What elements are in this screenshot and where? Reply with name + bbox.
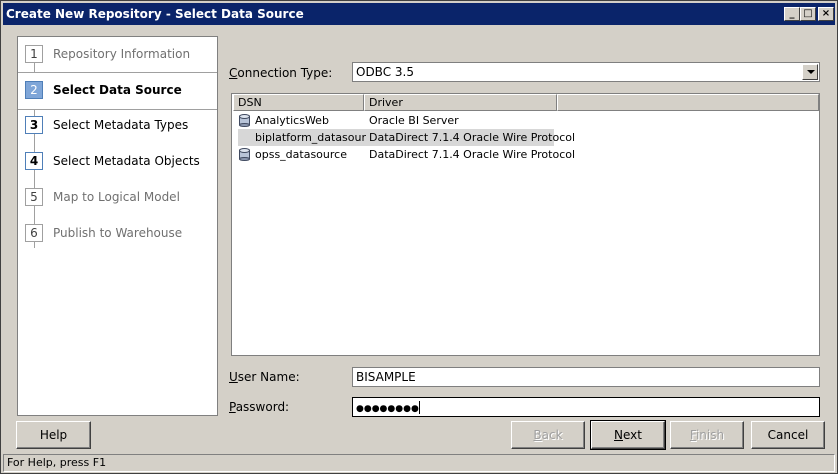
- step-label: Select Metadata Types: [53, 118, 189, 132]
- step-number: 4: [25, 152, 43, 170]
- dsn-row[interactable]: opss_datasource DataDirect 7.1.4 Oracle …: [233, 146, 819, 163]
- dsn-name: AnalyticsWeb: [255, 114, 329, 127]
- step-number: 3: [25, 116, 43, 134]
- minimize-button[interactable]: _: [784, 7, 800, 21]
- step-number: 5: [25, 188, 43, 206]
- status-bar: For Help, press F1: [3, 454, 835, 472]
- step-select-metadata-objects[interactable]: 4 Select Metadata Objects: [18, 144, 217, 180]
- step-number: 6: [25, 224, 43, 242]
- cancel-button[interactable]: Cancel: [751, 421, 825, 449]
- step-label: Repository Information: [53, 47, 191, 61]
- user-name-label: User Name:: [229, 370, 300, 384]
- dsn-row-selected[interactable]: biplatform_datasource DataDirect 7.1.4 O…: [233, 129, 819, 146]
- window-title: Create New Repository - Select Data Sour…: [6, 7, 304, 21]
- dsn-row[interactable]: AnalyticsWeb Oracle BI Server: [233, 112, 819, 129]
- step-select-data-source[interactable]: 2 Select Data Source: [18, 72, 217, 110]
- step-label: Map to Logical Model: [53, 190, 180, 204]
- dsn-list[interactable]: DSN Driver AnalyticsWeb Oracle BI Server…: [231, 93, 820, 356]
- dsn-name: opss_datasource: [255, 148, 347, 161]
- dsn-name: biplatform_datasource: [238, 129, 379, 146]
- column-header-empty[interactable]: [557, 94, 819, 111]
- close-button[interactable]: ×: [818, 7, 834, 21]
- step-map-to-logical-model[interactable]: 5 Map to Logical Model: [18, 180, 217, 216]
- text-cursor: [418, 401, 420, 414]
- step-select-metadata-types[interactable]: 3 Select Metadata Types: [18, 108, 217, 144]
- maximize-button[interactable]: □: [800, 7, 816, 21]
- wizard-steps-panel: 1 Repository Information 2 Select Data S…: [17, 36, 218, 416]
- step-label: Select Data Source: [53, 83, 182, 97]
- step-repository-information[interactable]: 1 Repository Information: [18, 37, 217, 73]
- step-label: Select Metadata Objects: [53, 154, 200, 168]
- finish-button[interactable]: Finish: [670, 421, 744, 449]
- dsn-driver: DataDirect 7.1.4 Oracle Wire Protocol: [366, 129, 575, 146]
- dsn-driver: DataDirect 7.1.4 Oracle Wire Protocol: [369, 148, 576, 161]
- connection-type-value: ODBC 3.5: [356, 65, 414, 79]
- step-label: Publish to Warehouse: [53, 226, 183, 240]
- connection-type-select[interactable]: ODBC 3.5: [352, 62, 820, 82]
- back-button[interactable]: Back: [511, 421, 585, 449]
- dsn-driver: Oracle BI Server: [369, 114, 459, 127]
- step-publish-to-warehouse[interactable]: 6 Publish to Warehouse: [18, 216, 217, 252]
- column-header-dsn[interactable]: DSN: [233, 94, 364, 111]
- password-input[interactable]: ●●●●●●●●: [352, 397, 820, 417]
- column-header-driver[interactable]: Driver: [364, 94, 557, 111]
- user-name-input[interactable]: BISAMPLE: [352, 367, 820, 387]
- password-label: Password:: [229, 400, 290, 414]
- dialog-window: Create New Repository - Select Data Sour…: [0, 0, 838, 474]
- title-bar[interactable]: Create New Repository - Select Data Sour…: [3, 3, 835, 25]
- chevron-down-icon[interactable]: [802, 64, 818, 80]
- connection-type-label: Connection Type:: [229, 66, 333, 80]
- next-button[interactable]: Next: [590, 420, 666, 450]
- step-number: 1: [25, 45, 43, 63]
- help-button[interactable]: Help: [16, 421, 91, 449]
- step-number: 2: [25, 81, 43, 99]
- password-value: ●●●●●●●●: [356, 404, 419, 414]
